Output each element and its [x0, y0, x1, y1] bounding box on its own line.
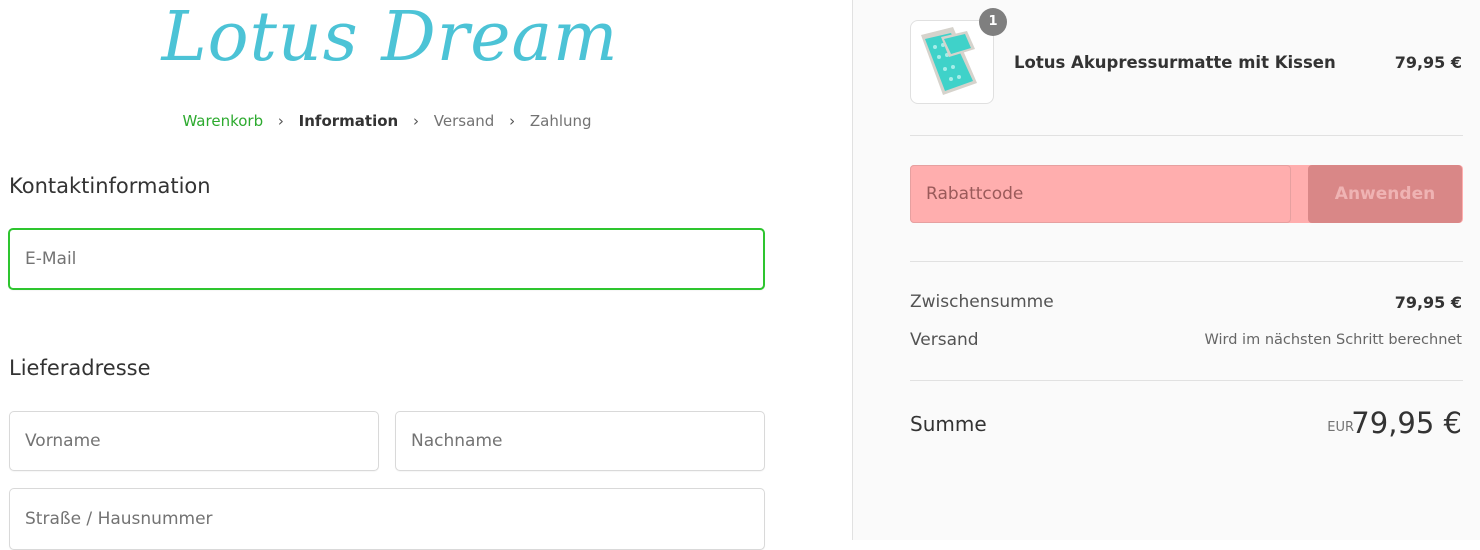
divider — [910, 261, 1463, 262]
breadcrumb-shipping: Versand — [433, 112, 495, 130]
order-summary-panel: 1 Lotus Akupressurmatte mit Kissen 79,95… — [852, 0, 1480, 540]
acupressure-mat-image — [921, 27, 977, 95]
divider — [910, 135, 1463, 136]
street-wrapper — [9, 488, 765, 550]
chevron-right-icon: › — [277, 112, 284, 130]
checkout-form-panel: Lotus Dream Warenkorb › Information › Ve… — [0, 0, 852, 550]
product-price: 79,95 € — [1394, 53, 1462, 72]
breadcrumb-information: Information — [298, 112, 399, 130]
breadcrumb: Warenkorb › Information › Versand › Zahl… — [0, 112, 774, 130]
breadcrumb-payment: Zahlung — [529, 112, 592, 130]
quantity-badge: 1 — [979, 8, 1007, 36]
product-name: Lotus Akupressurmatte mit Kissen — [1014, 53, 1336, 72]
apply-discount-button[interactable]: Anwenden — [1308, 165, 1462, 223]
shipping-address-heading: Lieferadresse — [9, 356, 151, 380]
shipping-value: Wird im nächsten Schritt berechnet — [1204, 332, 1462, 348]
chevron-right-icon: › — [509, 112, 516, 130]
shipping-label: Versand — [910, 330, 979, 350]
total-label: Summe — [910, 412, 987, 436]
contact-heading: Kontaktinformation — [9, 174, 211, 198]
chevron-right-icon: › — [412, 112, 419, 130]
first-name-wrapper — [9, 411, 379, 471]
product-thumbnail — [910, 20, 994, 104]
discount-code-wrapper — [910, 165, 1291, 223]
store-logo[interactable]: Lotus Dream — [150, 0, 630, 77]
email-field-wrapper — [8, 228, 765, 290]
breadcrumb-cart[interactable]: Warenkorb — [182, 112, 263, 130]
total-currency: EUR — [1327, 420, 1354, 435]
subtotal-value: 79,95 € — [1394, 293, 1462, 312]
last-name-wrapper — [395, 411, 765, 471]
first-name-field[interactable] — [10, 412, 378, 470]
email-field[interactable] — [10, 230, 763, 288]
total-value: 79,95 € — [1351, 406, 1462, 440]
discount-code-field[interactable] — [911, 166, 1290, 222]
subtotal-label: Zwischensumme — [910, 292, 1054, 312]
street-field[interactable] — [10, 489, 764, 549]
last-name-field[interactable] — [396, 412, 764, 470]
divider — [910, 380, 1463, 381]
